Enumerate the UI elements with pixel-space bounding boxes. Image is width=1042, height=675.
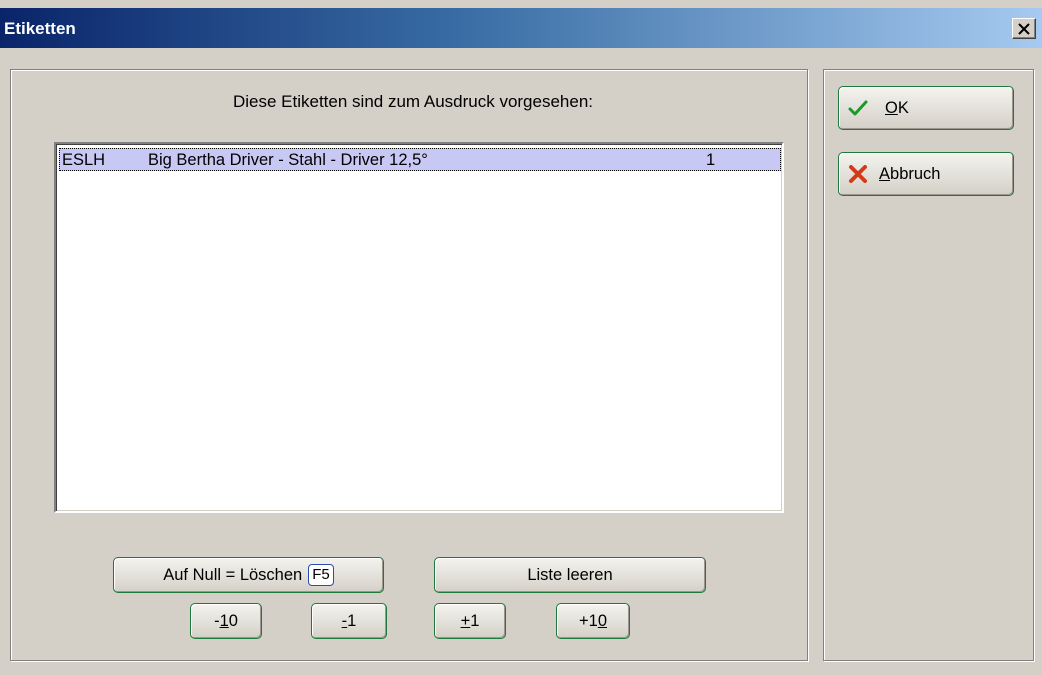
window-title: Etiketten <box>4 19 76 38</box>
cancel-button[interactable]: Abbruch <box>838 152 1014 196</box>
cancel-label: Abbruch <box>879 164 941 183</box>
plus-1-button[interactable]: +1 <box>434 603 506 639</box>
ok-label: OK <box>885 98 909 117</box>
plus-1-label: +1 <box>460 611 480 630</box>
clear-list-label: Liste leeren <box>527 565 613 584</box>
etiketten-dialog: Etiketten Diese Etiketten sind zum Ausdr… <box>0 0 1042 675</box>
label-code: ESLH <box>62 151 106 169</box>
set-zero-delete-button[interactable]: Auf Null = Löschen F5 <box>113 557 384 593</box>
list-caption: Diese Etiketten sind zum Ausdruck vorges… <box>232 92 594 111</box>
minus-10-button[interactable]: -10 <box>190 603 262 639</box>
ok-button[interactable]: OK <box>838 86 1014 130</box>
checkmark-icon <box>847 98 869 118</box>
title-bar[interactable]: Etiketten <box>0 8 1042 48</box>
close-icon <box>1018 22 1030 35</box>
f5-shortcut-badge: F5 <box>308 564 334 586</box>
label-description: Big Bertha Driver - Stahl - Driver 12,5° <box>148 151 428 169</box>
cross-icon <box>847 164 869 184</box>
list-item[interactable]: ESLH Big Bertha Driver - Stahl - Driver … <box>59 148 781 171</box>
labels-listbox[interactable]: ESLH Big Bertha Driver - Stahl - Driver … <box>54 142 784 513</box>
label-quantity: 1 <box>706 151 716 169</box>
close-button[interactable] <box>1012 18 1036 39</box>
minus-10-label: -10 <box>214 611 238 630</box>
clear-list-button[interactable]: Liste leeren <box>434 557 706 593</box>
set-zero-label: Auf Null = Löschen <box>163 565 303 584</box>
minus-1-label: -1 <box>341 611 357 630</box>
minus-1-button[interactable]: -1 <box>311 603 387 639</box>
plus-10-label: +10 <box>579 611 607 630</box>
plus-10-button[interactable]: +10 <box>556 603 630 639</box>
